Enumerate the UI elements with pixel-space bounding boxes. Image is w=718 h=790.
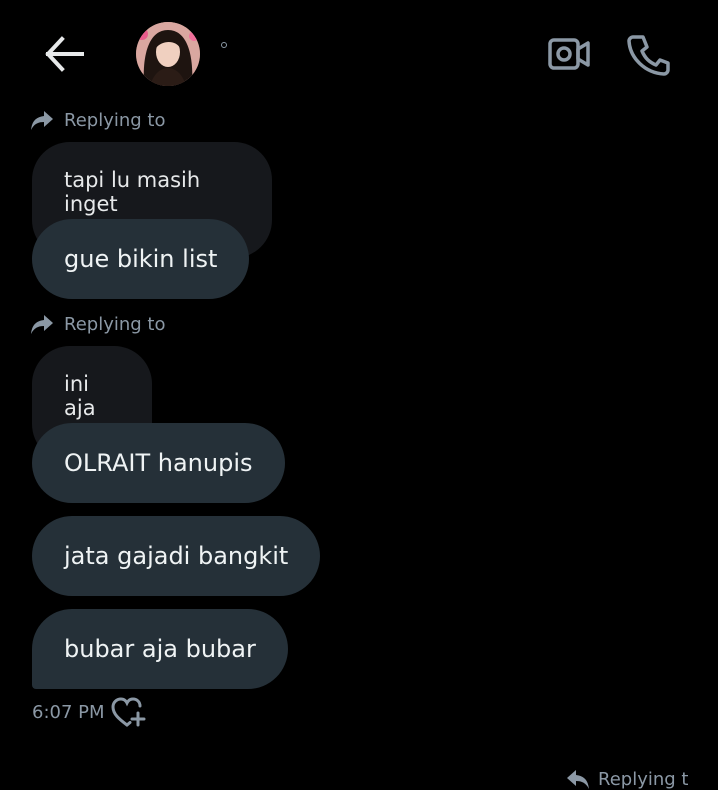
phone-icon — [627, 35, 670, 76]
message-timestamp: 6:07 PM — [32, 702, 105, 723]
reply-arrow-icon — [31, 315, 53, 334]
message-bubble[interactable]: jata gajadi bangkit — [32, 516, 321, 596]
replying-to-label: Replying to — [30, 106, 165, 134]
message-bubble[interactable]: OLRAIT hanupis — [32, 423, 285, 503]
quoted-message-text: tapi lu masih inget — [64, 168, 201, 216]
message-text: gue bikin list — [64, 245, 218, 273]
arrow-left-icon — [45, 36, 84, 72]
message-bubble[interactable]: gue bikin list — [32, 219, 250, 299]
message-bubble[interactable]: bubar aja bubar — [32, 609, 288, 689]
heart-plus-icon — [111, 697, 146, 727]
reply-arrow-icon — [567, 770, 589, 789]
replying-to-text: Replying t — [598, 768, 689, 790]
replying-to-label: Replying to — [30, 310, 165, 338]
video-call-button[interactable] — [544, 34, 592, 74]
conversation-header — [0, 0, 718, 108]
message-text: bubar aja bubar — [64, 635, 256, 663]
video-camera-icon — [548, 38, 590, 70]
message-text: jata gajadi bangkit — [64, 542, 289, 570]
message-text: OLRAIT hanupis — [64, 449, 253, 477]
back-button[interactable] — [40, 34, 88, 74]
voice-call-button[interactable] — [624, 30, 672, 78]
avatar-image — [136, 22, 200, 86]
replying-to-text: Replying to — [64, 109, 166, 131]
contact-avatar[interactable] — [136, 22, 200, 86]
add-reaction-button[interactable] — [110, 696, 146, 730]
reply-arrow-icon — [31, 111, 53, 130]
quoted-message-text: ini aja — [64, 372, 96, 420]
replying-to-text: Replying to — [64, 313, 166, 335]
status-indicator — [221, 42, 227, 48]
replying-to-label: Replying t — [566, 768, 688, 790]
